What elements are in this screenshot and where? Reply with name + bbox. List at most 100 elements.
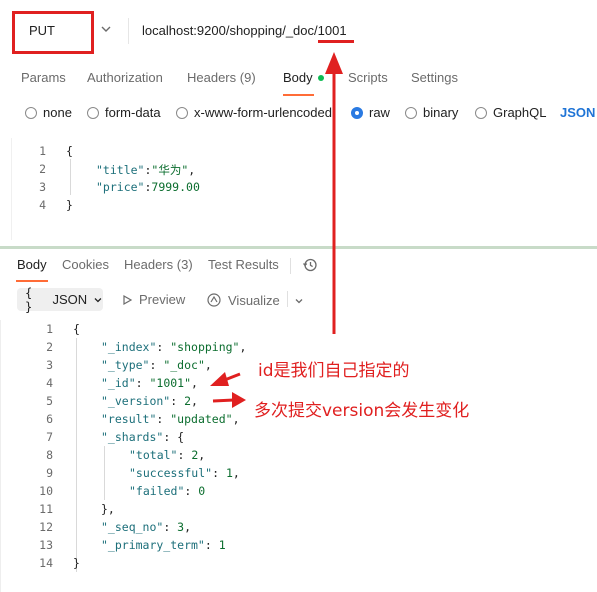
pane-splitter[interactable] xyxy=(0,246,597,249)
line-number: 5 xyxy=(46,394,53,408)
code-line: "title":"华为", xyxy=(96,162,195,178)
code-line: "_seq_no": 3, xyxy=(101,520,191,534)
resp-tab-cookies[interactable]: Cookies xyxy=(62,257,109,272)
radio-circle xyxy=(25,106,37,119)
radio-graphql[interactable]: GraphQL xyxy=(475,105,546,120)
code-line: "price":7999.00 xyxy=(96,180,200,194)
line-number: 1 xyxy=(46,322,53,336)
body-modified-dot xyxy=(318,75,324,81)
body-type-options: none form-data x-www-form-urlencoded raw… xyxy=(0,100,597,126)
braces-icon: { } xyxy=(25,285,33,314)
annotation-id-note: id是我们自己指定的 xyxy=(258,361,410,381)
line-number: 8 xyxy=(46,448,53,462)
json-comma: , xyxy=(204,358,212,372)
resp-active-tab-underline xyxy=(16,280,48,282)
request-body-editor[interactable]: 1 { 2 "title":"华为", 3 "price":7999.00 4 … xyxy=(0,138,597,240)
json-key: "_type" xyxy=(101,358,150,372)
history-icon[interactable] xyxy=(302,257,318,273)
json-colon: : xyxy=(204,538,219,552)
json-colon: : xyxy=(156,340,171,354)
code-line: "_id": "1001", xyxy=(101,376,198,390)
json-value: 1 xyxy=(218,538,226,552)
response-view-bar: { } JSON Preview Visualize xyxy=(0,285,597,314)
code-line: } xyxy=(66,198,73,212)
tab-settings[interactable]: Settings xyxy=(411,70,458,85)
radio-label: none xyxy=(43,105,72,120)
chevron-down-icon[interactable] xyxy=(293,295,305,307)
line-number: 2 xyxy=(46,340,53,354)
radio-x-www-form-urlencoded[interactable]: x-www-form-urlencoded xyxy=(176,105,332,120)
resp-tab-headers[interactable]: Headers (3) xyxy=(124,257,193,272)
line-number: 3 xyxy=(39,180,46,194)
line-number: 7 xyxy=(46,430,53,444)
radio-label: binary xyxy=(423,105,459,120)
json-key: "result" xyxy=(101,412,157,426)
response-format-label: JSON xyxy=(52,292,88,307)
visualize-button[interactable]: Visualize xyxy=(206,292,280,308)
visualize-label: Visualize xyxy=(228,292,280,308)
line-number: 12 xyxy=(39,520,53,534)
code-line: "result": "updated", xyxy=(101,412,240,426)
tab-body[interactable]: Body xyxy=(283,70,313,85)
response-format-select[interactable]: { } JSON xyxy=(17,285,103,314)
json-colon: : xyxy=(149,358,164,372)
url-divider xyxy=(128,18,129,44)
json-value: 1 xyxy=(225,466,233,480)
json-comma: , xyxy=(198,448,206,462)
radio-circle xyxy=(475,106,487,119)
body-format-select[interactable]: JSON xyxy=(560,105,595,120)
json-value: "updated" xyxy=(170,412,233,426)
code-line: "successful": 1, xyxy=(129,466,240,480)
indent-guide xyxy=(104,446,105,500)
tab-headers-count: (9) xyxy=(239,70,256,85)
indent-guide xyxy=(70,159,71,195)
resp-tab-body[interactable]: Body xyxy=(17,257,47,272)
code-line: "total": 2, xyxy=(129,448,205,462)
radio-circle-checked xyxy=(351,106,363,119)
json-value: "_doc" xyxy=(163,358,205,372)
tab-headers[interactable]: Headers (9) xyxy=(187,70,256,85)
tab-params[interactable]: Params xyxy=(21,70,66,85)
code-line: "_version": 2, xyxy=(101,394,198,408)
tab-scripts[interactable]: Scripts xyxy=(348,70,388,85)
resp-tab-test-results[interactable]: Test Results xyxy=(208,257,279,272)
preview-label: Preview xyxy=(139,292,186,307)
radio-none[interactable]: none xyxy=(25,105,72,120)
code-line: "_index": "shopping", xyxy=(101,340,246,354)
active-tab-underline xyxy=(283,94,314,96)
tab-separator xyxy=(290,258,291,274)
method-select[interactable]: PUT xyxy=(29,23,55,38)
json-comma: , xyxy=(232,412,240,426)
preview-button[interactable]: Preview xyxy=(121,292,185,307)
annotation-version-note: 多次提交version会发生变化 xyxy=(254,401,470,421)
chevron-down-icon xyxy=(94,297,102,302)
chevron-down-icon[interactable] xyxy=(99,22,113,36)
code-line: }, xyxy=(101,502,115,516)
line-number: 6 xyxy=(46,412,53,426)
json-comma: , xyxy=(191,394,198,408)
radio-binary[interactable]: binary xyxy=(405,105,458,120)
radio-raw[interactable]: raw xyxy=(351,105,390,120)
code-line: } xyxy=(73,556,80,570)
json-comma: , xyxy=(239,340,247,354)
line-number: 2 xyxy=(39,162,46,176)
radio-circle xyxy=(176,106,188,119)
json-value: 2 xyxy=(184,394,192,408)
json-colon: : xyxy=(184,484,199,498)
json-colon: : xyxy=(163,520,178,534)
json-colon: : xyxy=(156,412,171,426)
json-key: "successful" xyxy=(129,466,213,480)
url-input[interactable]: localhost:9200/shopping/_doc/1001 xyxy=(142,23,347,38)
json-value: 7999.00 xyxy=(151,180,200,194)
radio-circle xyxy=(87,106,99,119)
radio-label: GraphQL xyxy=(493,105,547,120)
code-line: "_type": "_doc", xyxy=(101,358,212,372)
json-key: "price" xyxy=(96,180,145,194)
json-colon: : xyxy=(177,448,192,462)
radio-circle xyxy=(405,106,417,119)
line-number: 9 xyxy=(46,466,53,480)
radio-form-data[interactable]: form-data xyxy=(87,105,161,120)
play-icon xyxy=(123,294,133,305)
tab-authorization[interactable]: Authorization xyxy=(87,70,163,85)
json-colon: : xyxy=(170,394,185,408)
